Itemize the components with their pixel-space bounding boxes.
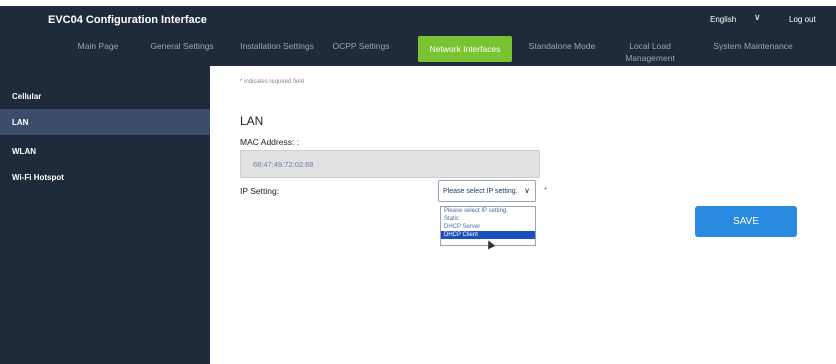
required-star-icon: * bbox=[544, 186, 548, 195]
sidebar-item-wlan[interactable]: WLAN bbox=[0, 138, 210, 164]
tab-network-interfaces[interactable]: Network Interfaces bbox=[418, 36, 512, 62]
mac-address-field: 68:47:49:72:02:68 bbox=[240, 150, 540, 178]
language-select[interactable]: English bbox=[710, 15, 736, 24]
top-navbar: EVC04 Configuration Interface English ∨ … bbox=[0, 6, 836, 66]
ip-option-placeholder[interactable]: Please select IP setting. bbox=[441, 207, 535, 215]
tab-main-page[interactable]: Main Page bbox=[58, 36, 138, 62]
sidebar-item-wifi-hotspot[interactable]: Wi-Fi Hotspot bbox=[0, 164, 210, 190]
tab-system-maintenance[interactable]: System Maintenance bbox=[706, 36, 800, 62]
section-title: LAN bbox=[240, 114, 264, 128]
ip-setting-label: IP Setting: bbox=[240, 186, 280, 196]
tab-local-load-management[interactable]: Local Load Management bbox=[610, 36, 690, 63]
tab-ocpp-settings[interactable]: OCPP Settings bbox=[326, 36, 396, 62]
sidebar-item-lan[interactable]: LAN bbox=[0, 109, 210, 135]
ip-option-dhcp-client[interactable]: DHCP Client bbox=[441, 231, 535, 239]
ip-option-dhcp-server[interactable]: DHCP Server bbox=[441, 223, 535, 231]
save-button[interactable]: SAVE bbox=[695, 206, 797, 237]
chevron-down-icon[interactable]: ∨ bbox=[754, 12, 761, 23]
app-title: EVC04 Configuration Interface bbox=[48, 14, 207, 26]
required-note-text: indicates required field bbox=[244, 79, 305, 85]
ip-option-static[interactable]: Static bbox=[441, 215, 535, 223]
chevron-down-icon[interactable]: ∨ bbox=[524, 186, 530, 195]
ip-setting-selected-value: Please select IP setting. bbox=[443, 187, 518, 195]
ip-setting-select[interactable]: Please select IP setting. ∨ bbox=[438, 180, 536, 202]
required-field-note: * indicates required field bbox=[240, 79, 304, 85]
required-star-icon: * bbox=[240, 79, 243, 85]
sidebar: Cellular LAN WLAN Wi-Fi Hotspot bbox=[0, 66, 210, 364]
mac-address-value: 68:47:49:72:02:68 bbox=[253, 159, 314, 169]
tab-general-settings[interactable]: General Settings bbox=[142, 36, 222, 62]
tab-standalone-mode[interactable]: Standalone Mode bbox=[522, 36, 602, 62]
sidebar-item-cellular[interactable]: Cellular bbox=[0, 83, 210, 109]
mac-address-label: MAC Address: : bbox=[240, 137, 300, 147]
logout-link[interactable]: Log out bbox=[789, 15, 816, 24]
tab-installation-settings[interactable]: Installation Settings bbox=[234, 36, 320, 62]
